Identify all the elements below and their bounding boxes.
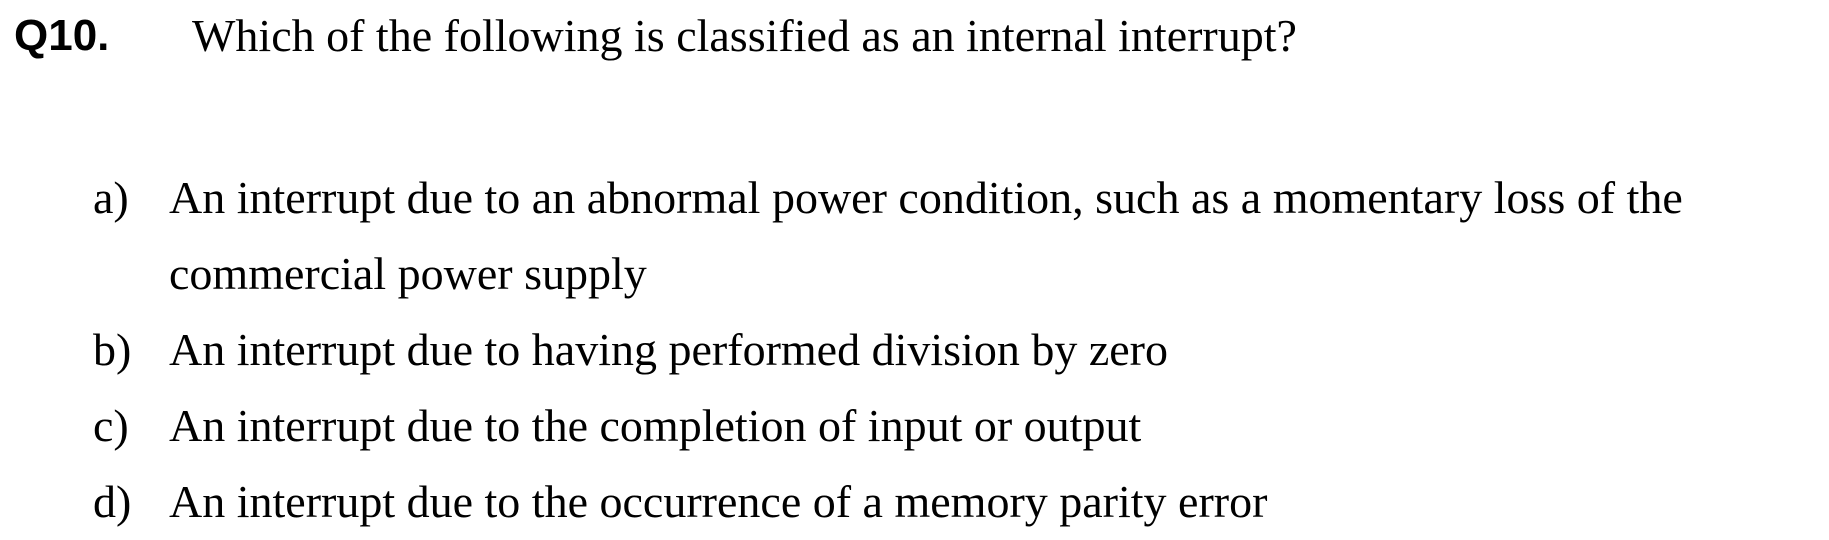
option-letter: b) bbox=[93, 324, 132, 375]
option-text: An interrupt due to the occurrence of a … bbox=[169, 476, 1268, 527]
option-text: An interrupt due to an abnormal power co… bbox=[169, 172, 1683, 299]
option-a: a) An interrupt due to an abnormal power… bbox=[93, 160, 1823, 312]
answer-options: a) An interrupt due to an abnormal power… bbox=[93, 160, 1823, 540]
option-d: d) An interrupt due to the occurrence of… bbox=[93, 464, 1823, 540]
option-b: b) An interrupt due to having performed … bbox=[93, 312, 1823, 388]
option-letter: c) bbox=[93, 400, 129, 451]
option-text: An interrupt due to having performed div… bbox=[169, 324, 1168, 375]
question-number: Q10. bbox=[14, 11, 110, 60]
question-text: Which of the following is classified as … bbox=[192, 10, 1297, 61]
option-letter: a) bbox=[93, 172, 129, 223]
option-c: c) An interrupt due to the completion of… bbox=[93, 388, 1823, 464]
option-text: An interrupt due to the completion of in… bbox=[169, 400, 1142, 451]
option-letter: d) bbox=[93, 476, 132, 527]
